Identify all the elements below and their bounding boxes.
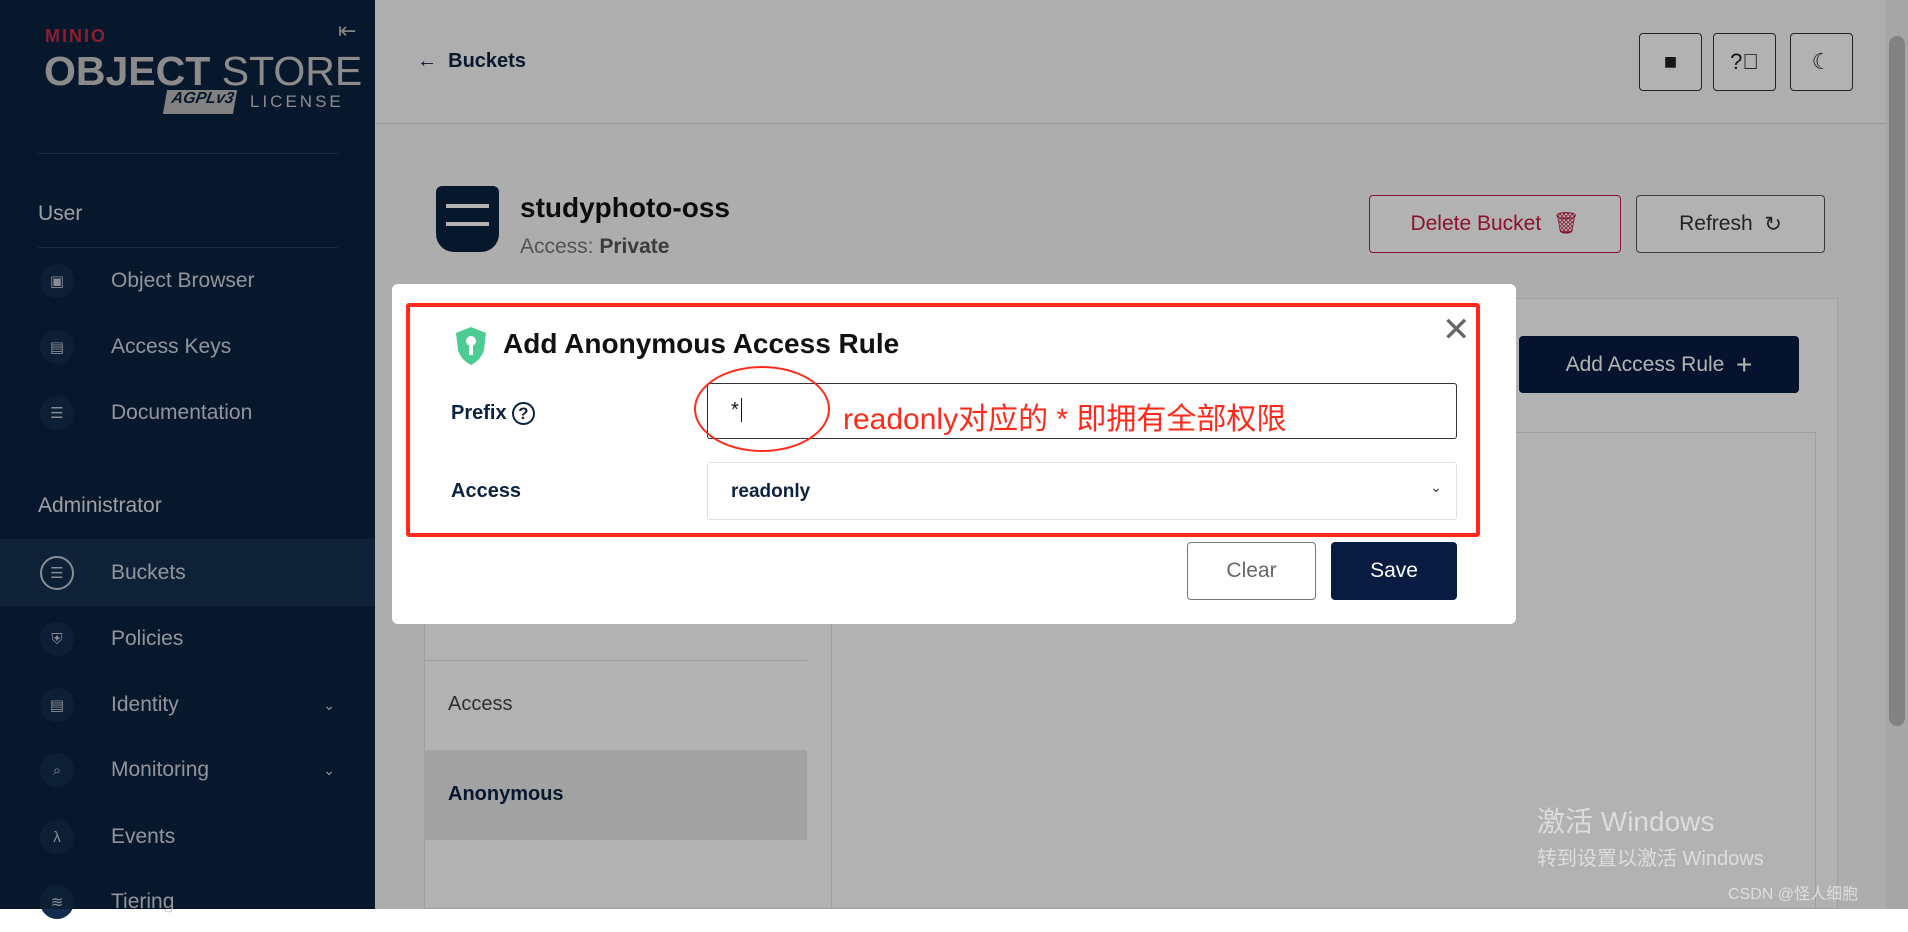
clear-button[interactable]: Clear — [1187, 542, 1316, 600]
dialog-title: Add Anonymous Access Rule — [503, 328, 900, 359]
chevron-down-icon: ⌄ — [1430, 479, 1442, 495]
prefix-label: Prefix ? — [451, 402, 535, 425]
shield-key-icon — [456, 327, 486, 365]
csdn-watermark: CSDN @怪人细胞 — [1728, 886, 1859, 903]
save-button[interactable]: Save — [1331, 542, 1457, 600]
close-icon[interactable]: ✕ — [1442, 310, 1471, 350]
help-icon: ? — [512, 402, 535, 425]
access-label: Access — [451, 480, 522, 502]
annotation-circle — [694, 366, 830, 452]
annotation-text: readonly对应的 * 即拥有全部权限 — [843, 403, 1287, 436]
windows-watermark-sub: 转到设置以激活 Windows — [1537, 848, 1764, 870]
access-select[interactable]: readonly ⌄ — [707, 462, 1457, 520]
windows-watermark: 激活 Windows — [1537, 806, 1715, 837]
